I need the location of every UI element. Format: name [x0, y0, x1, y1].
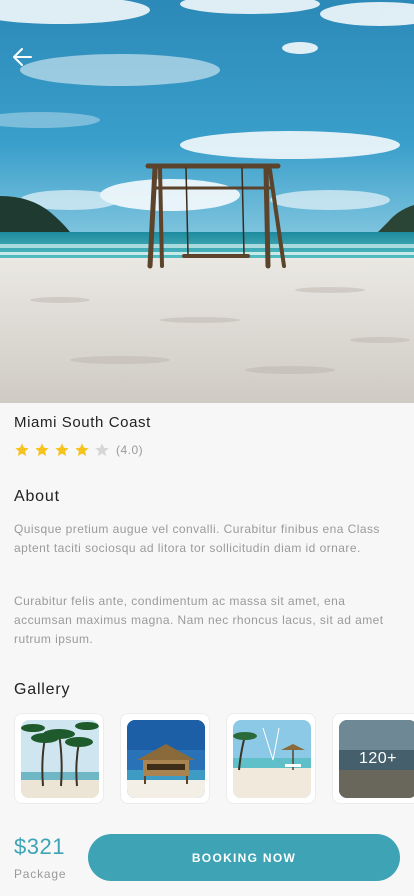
beach-swing-photo	[0, 0, 414, 403]
palm-beach-photo	[21, 720, 99, 798]
gallery-thumbnail[interactable]	[120, 713, 210, 804]
gallery-thumbnail[interactable]	[14, 713, 104, 804]
destination-title: Miami South Coast	[14, 414, 151, 431]
package-price: $321	[14, 834, 65, 859]
about-heading: About	[14, 488, 60, 505]
gallery-heading: Gallery	[14, 681, 71, 698]
star-icon	[15, 443, 29, 456]
about-paragraph: Quisque pretium augue vel convalli. Cura…	[14, 522, 380, 555]
back-arrow-icon[interactable]	[10, 44, 36, 70]
rating-value: (4.0)	[116, 443, 144, 457]
star-icon	[35, 443, 49, 456]
beach-hut-photo	[127, 720, 205, 798]
gallery-more-button[interactable]: 120+	[332, 713, 414, 804]
star-icon	[55, 443, 69, 456]
hero-image	[0, 0, 414, 403]
star-icon	[75, 443, 89, 456]
gallery-thumbnail[interactable]	[226, 713, 316, 804]
price-caption: Package	[14, 867, 67, 881]
gallery-list: 120+	[14, 713, 414, 804]
about-paragraph: Curabitur felis ante, condimentum ac mas…	[14, 594, 384, 646]
booking-now-button[interactable]: BOOKING NOW	[88, 834, 400, 881]
beach-umbrella-photo	[233, 720, 311, 798]
gallery-more-count: 120+	[358, 750, 398, 767]
star-empty-icon	[95, 443, 109, 456]
rating: (4.0)	[14, 442, 143, 458]
